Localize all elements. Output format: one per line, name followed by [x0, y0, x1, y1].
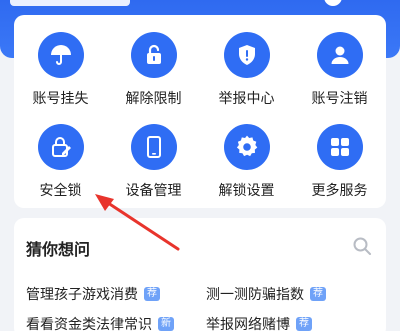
service-label: 账号挂失 — [32, 91, 89, 107]
service-account-cancel[interactable]: 账号注销 — [293, 32, 386, 112]
phone-icon — [130, 124, 177, 170]
question-item[interactable]: 看看资金类法律常识 新 — [26, 314, 174, 331]
gear-icon — [223, 124, 270, 170]
service-remove-restriction[interactable]: 解除限制 — [107, 32, 200, 112]
question-item[interactable]: 测一测防骗指数 荐 — [206, 284, 326, 304]
recommend-badge: 荐 — [310, 287, 326, 301]
header-title-stub — [10, 0, 130, 6]
grid-icon — [316, 124, 363, 170]
recommend-badge: 荐 — [296, 317, 312, 331]
search-icon[interactable] — [352, 236, 372, 256]
service-label: 解除限制 — [125, 91, 182, 107]
service-label: 账号注销 — [311, 91, 368, 107]
umbrella-icon — [37, 32, 84, 78]
unlock-icon — [130, 32, 177, 78]
new-badge: 新 — [158, 317, 174, 331]
services-card: 账号挂失 解除限制 举报中心 账号注销 安全锁 设备管理 解锁设置 更多服务 — [14, 15, 386, 208]
service-label: 解锁设置 — [218, 183, 275, 199]
service-label: 设备管理 — [125, 183, 182, 199]
service-label: 举报中心 — [218, 91, 275, 107]
guess-card: 猜你想问 管理孩子游戏消费 荐 测一测防骗指数 荐 看看资金类法律常识 新 举报… — [14, 218, 386, 331]
question-text: 测一测防骗指数 — [206, 287, 304, 303]
question-item[interactable]: 举报网络赌博 荐 — [206, 314, 312, 331]
recommend-badge: 荐 — [144, 287, 160, 301]
question-item[interactable]: 管理孩子游戏消费 荐 — [26, 284, 160, 304]
service-report-center[interactable]: 举报中心 — [200, 32, 293, 112]
service-unlock-settings[interactable]: 解锁设置 — [200, 124, 293, 204]
service-device-manage[interactable]: 设备管理 — [107, 124, 200, 204]
section-title: 猜你想问 — [26, 240, 91, 259]
user-icon — [316, 32, 363, 78]
service-account-loss[interactable]: 账号挂失 — [14, 32, 107, 112]
question-text: 看看资金类法律常识 — [26, 317, 152, 331]
question-text: 管理孩子游戏消费 — [26, 287, 138, 303]
service-label: 更多服务 — [311, 183, 368, 199]
shield-alert-icon — [223, 32, 270, 78]
service-more[interactable]: 更多服务 — [293, 124, 386, 204]
security-lock-icon — [37, 124, 84, 170]
service-label: 安全锁 — [39, 183, 82, 199]
service-security-lock[interactable]: 安全锁 — [14, 124, 107, 204]
question-text: 举报网络赌博 — [206, 317, 290, 331]
